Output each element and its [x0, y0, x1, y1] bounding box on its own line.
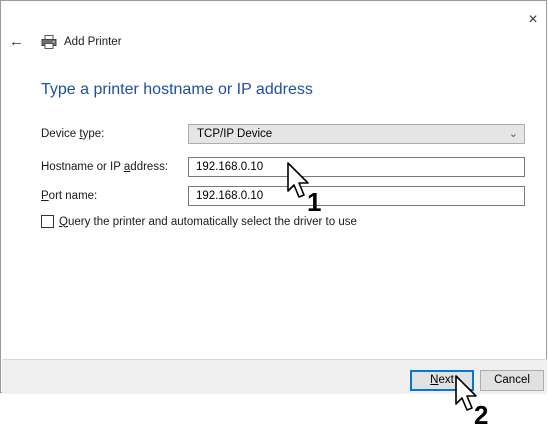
hostname-input[interactable]: 192.168.0.10 [188, 157, 525, 177]
device-type-label: Device type: [41, 128, 105, 140]
port-name-value: 192.168.0.10 [196, 190, 264, 202]
step-2-marker: 2 [474, 400, 488, 429]
port-name-label: Port name: [41, 190, 98, 202]
chevron-down-icon: ⌄ [508, 128, 518, 140]
mouse-pointer-icon: 2 [455, 375, 488, 429]
step-1-marker: 1 [307, 187, 321, 216]
device-type-select[interactable]: TCP/IP Device ⌄ [188, 124, 525, 144]
query-printer-checkbox[interactable] [41, 215, 54, 228]
close-icon[interactable]: × [524, 11, 542, 29]
window-title: Add Printer [64, 36, 122, 48]
hostname-label: Hostname or IP address: [41, 161, 169, 173]
query-printer-label: Query the printer and automatically sele… [59, 215, 357, 228]
mouse-pointer-icon: 1 [287, 162, 321, 216]
hostname-value: 192.168.0.10 [196, 161, 264, 173]
add-printer-dialog: × ← Add Printer Type a printer hostname … [0, 0, 547, 394]
device-type-value: TCP/IP Device [197, 128, 273, 140]
port-name-input[interactable]: 192.168.0.10 [188, 186, 525, 206]
query-printer-option[interactable]: Query the printer and automatically sele… [41, 215, 357, 228]
window-title-bar: Add Printer [41, 35, 122, 49]
page-heading: Type a printer hostname or IP address [41, 81, 313, 98]
printer-icon [41, 35, 57, 49]
back-arrow-icon[interactable]: ← [9, 33, 24, 50]
